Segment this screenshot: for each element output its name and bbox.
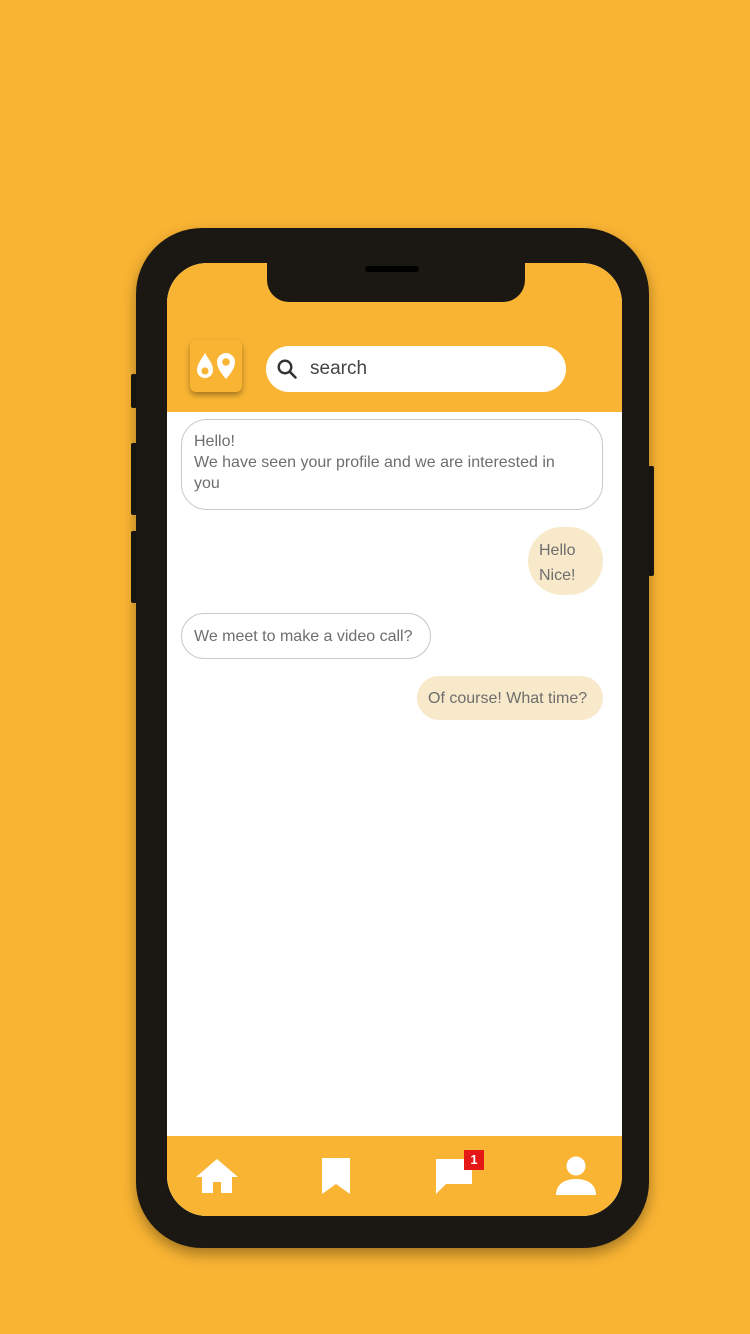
drop-and-pin-logo-icon xyxy=(197,353,235,379)
message-line: you xyxy=(194,475,220,492)
tab-profile[interactable] xyxy=(551,1152,601,1200)
message-line: Hello xyxy=(539,542,576,559)
home-icon xyxy=(196,1159,238,1193)
message-outgoing: Hello Nice! xyxy=(528,527,603,595)
phone-notch xyxy=(267,263,525,302)
message-line: We meet to make a video call? xyxy=(194,628,413,645)
message-outgoing: Of course! What time? xyxy=(417,676,603,720)
bookmark-icon xyxy=(322,1158,350,1194)
message-incoming: We meet to make a video call? xyxy=(181,613,431,659)
tab-home[interactable] xyxy=(192,1152,242,1200)
app-logo[interactable] xyxy=(190,340,242,392)
app-header xyxy=(167,263,622,412)
message-line: Nice! xyxy=(539,567,576,584)
tab-bookmarks[interactable] xyxy=(311,1152,361,1200)
search-icon xyxy=(277,359,297,379)
search-input[interactable] xyxy=(310,354,550,384)
message-line: Hello! xyxy=(194,433,235,450)
message-incoming: Hello! We have seen your profile and we … xyxy=(181,419,603,510)
message-line: Of course! What time? xyxy=(428,690,588,707)
unread-badge: 1 xyxy=(464,1150,484,1170)
chat-thread: Hello! We have seen your profile and we … xyxy=(167,412,622,1134)
search-bar[interactable] xyxy=(266,346,566,392)
profile-icon xyxy=(556,1156,596,1195)
notch-speaker xyxy=(365,266,419,272)
phone-screen: Hello! We have seen your profile and we … xyxy=(167,263,622,1216)
message-line: We have seen your profile and we are int… xyxy=(194,454,555,471)
bottom-tab-bar: 1 xyxy=(167,1136,622,1216)
